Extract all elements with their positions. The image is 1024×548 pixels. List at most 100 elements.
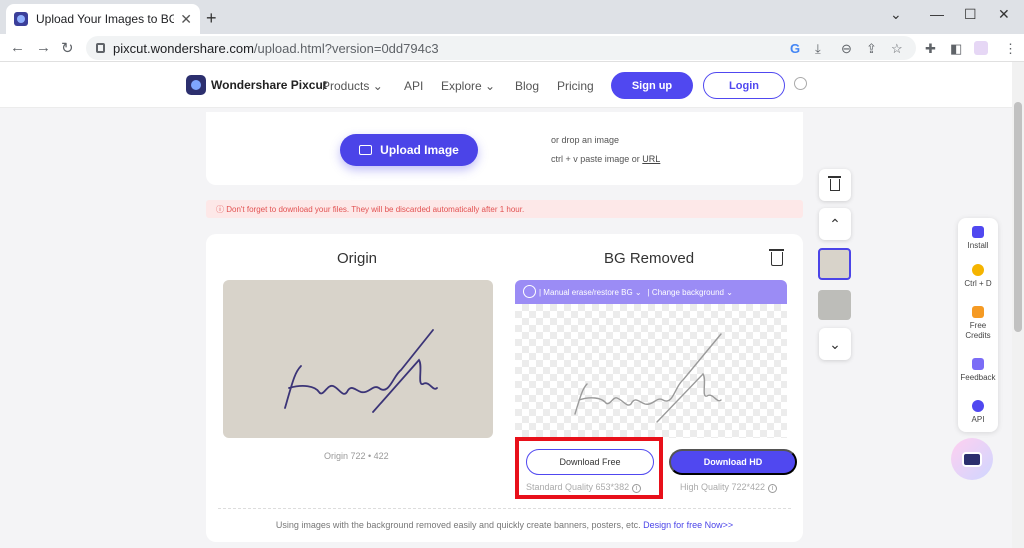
close-window-icon[interactable]: ✕ bbox=[998, 6, 1010, 23]
page-scrollbar[interactable] bbox=[1012, 62, 1024, 548]
url-link[interactable]: URL bbox=[642, 154, 660, 164]
menu-dots-icon[interactable]: ⋮ bbox=[1004, 41, 1017, 57]
delete-result-icon[interactable] bbox=[769, 249, 784, 266]
install-icon bbox=[972, 226, 984, 238]
side-toolbar: Install Ctrl + D Free Credits Feedback A… bbox=[958, 218, 998, 432]
edit-toolbar: | Manual erase/restore BG ⌄ | Change bac… bbox=[515, 280, 787, 304]
trash-icon bbox=[828, 176, 841, 191]
free-credits-label: Free Credits bbox=[965, 321, 991, 340]
divider bbox=[218, 508, 791, 509]
info-icon[interactable]: i bbox=[768, 484, 778, 493]
google-icon[interactable]: G bbox=[790, 41, 800, 56]
profile-avatar[interactable] bbox=[974, 41, 988, 55]
design-now-link[interactable]: Design for free Now>> bbox=[643, 520, 733, 530]
bg-removed-image bbox=[515, 304, 787, 438]
feedback-icon bbox=[972, 358, 984, 370]
download-hd-button[interactable]: Download HD bbox=[669, 449, 797, 475]
scrollbar-thumb[interactable] bbox=[1014, 102, 1022, 332]
nav-products[interactable]: Products ⌄ bbox=[322, 79, 383, 93]
star-icon bbox=[972, 264, 984, 276]
free-credits-tool[interactable]: Free Credits bbox=[958, 306, 998, 341]
signup-button[interactable]: Sign up bbox=[611, 72, 693, 99]
delete-all-button[interactable] bbox=[819, 169, 851, 201]
high-quality-info: High Quality 722*422 i bbox=[680, 482, 778, 493]
share-icon[interactable]: ⇪ bbox=[866, 41, 877, 57]
paste-hint-text: ctrl + v paste image or bbox=[551, 154, 643, 164]
origin-title: Origin bbox=[337, 250, 378, 267]
thumbnail[interactable] bbox=[818, 290, 851, 320]
high-quality-label: High Quality 722*422 bbox=[680, 482, 766, 492]
drop-hint: or drop an image bbox=[551, 135, 620, 145]
upload-card: Upload Image or drop an image ctrl + v p… bbox=[206, 112, 803, 185]
gift-icon bbox=[972, 306, 984, 318]
nav-blog[interactable]: Blog bbox=[515, 79, 539, 93]
nav-explore-label: Explore bbox=[441, 79, 482, 93]
result-card: Origin BG Removed Origin 722 • 422 | Man… bbox=[206, 234, 803, 542]
zoom-in-icon[interactable] bbox=[523, 285, 536, 298]
paste-hint: ctrl + v paste image or URL bbox=[551, 154, 660, 164]
standard-quality-info: Standard Quality 653*382 i bbox=[526, 482, 642, 493]
url-path: /upload.html?version=0dd794c3 bbox=[253, 40, 439, 56]
nav-api[interactable]: API bbox=[404, 79, 423, 93]
browser-tab[interactable]: Upload Your Images to BG Rem ✕ bbox=[6, 4, 200, 34]
lock-icon bbox=[96, 43, 105, 53]
nav-pricing[interactable]: Pricing bbox=[557, 79, 594, 93]
close-tab-icon[interactable]: ✕ bbox=[180, 11, 192, 28]
chevron-down-icon[interactable]: ⌄ bbox=[890, 6, 902, 23]
chevron-down-icon: ⌄ bbox=[829, 335, 841, 352]
site-header: Wondershare Pixcut Products ⌄ API Explor… bbox=[0, 62, 1012, 108]
install-tool[interactable]: Install bbox=[958, 226, 998, 250]
side-panel-icon[interactable]: ◧ bbox=[950, 41, 962, 57]
signature-original bbox=[284, 329, 438, 413]
nav-explore[interactable]: Explore ⌄ bbox=[441, 79, 495, 93]
maximize-icon[interactable]: ☐ bbox=[964, 6, 977, 23]
bookmark-tool[interactable]: Ctrl + D bbox=[958, 264, 998, 288]
promo-label: Using images with the background removed… bbox=[275, 520, 644, 530]
bg-removed-title: BG Removed bbox=[604, 250, 695, 267]
pixcut-logo-icon[interactable] bbox=[186, 75, 206, 95]
thumbnail-selected[interactable] bbox=[818, 248, 851, 280]
install-app-icon[interactable]: ⤓ bbox=[815, 41, 821, 57]
standard-quality-label: Standard Quality 653*382 bbox=[526, 482, 630, 492]
origin-caption: Origin 722 • 422 bbox=[324, 451, 389, 461]
scroll-down-button[interactable]: ⌄ bbox=[819, 328, 851, 360]
info-icon[interactable]: i bbox=[632, 484, 642, 493]
pixcut-favicon-icon bbox=[14, 12, 28, 26]
tab-title: Upload Your Images to BG Rem bbox=[36, 12, 175, 26]
promo-text: Using images with the background removed… bbox=[206, 520, 803, 530]
upload-image-label: Upload Image bbox=[380, 143, 459, 157]
upload-image-button[interactable]: Upload Image bbox=[340, 134, 478, 166]
back-icon[interactable]: ← bbox=[10, 39, 25, 56]
nav-products-label: Products bbox=[322, 79, 370, 93]
browser-toolbar: ← → ↻ pixcut.wondershare.com /upload.htm… bbox=[0, 34, 1024, 62]
chevron-up-icon: ⌃ bbox=[829, 215, 841, 232]
minimize-icon[interactable]: — bbox=[930, 6, 944, 22]
reload-icon[interactable]: ↻ bbox=[61, 39, 74, 57]
url-domain: pixcut.wondershare.com bbox=[113, 40, 254, 56]
browser-tab-strip: Upload Your Images to BG Rem ✕ + ⌄ — ☐ ✕ bbox=[0, 0, 1024, 34]
chat-icon bbox=[962, 451, 982, 467]
forward-icon[interactable]: → bbox=[36, 39, 51, 56]
api-label: API bbox=[971, 415, 985, 424]
zoom-icon[interactable]: ⊖ bbox=[841, 41, 852, 57]
change-background-menu[interactable]: | Change background ⌄ bbox=[648, 288, 733, 297]
bookmark-label: Ctrl + D bbox=[964, 279, 992, 288]
origin-image bbox=[223, 280, 493, 438]
chat-button[interactable] bbox=[951, 438, 993, 480]
scroll-up-button[interactable]: ⌃ bbox=[819, 208, 851, 240]
discard-warning: ⓘ Don't forget to download your files. T… bbox=[206, 200, 803, 218]
install-label: Install bbox=[967, 241, 989, 250]
download-free-button[interactable]: Download Free bbox=[526, 449, 654, 475]
folder-icon bbox=[359, 145, 373, 155]
api-tool[interactable]: API bbox=[958, 400, 998, 424]
bookmark-star-icon[interactable]: ☆ bbox=[891, 41, 903, 57]
brand-name[interactable]: Wondershare Pixcut bbox=[211, 78, 327, 92]
search-icon[interactable] bbox=[794, 77, 807, 90]
feedback-tool[interactable]: Feedback bbox=[958, 358, 998, 382]
api-icon bbox=[972, 400, 984, 412]
new-tab-icon[interactable]: + bbox=[206, 8, 217, 29]
manual-erase-menu[interactable]: | Manual erase/restore BG ⌄ bbox=[539, 288, 642, 297]
extensions-icon[interactable]: ✚ bbox=[925, 41, 936, 57]
feedback-label: Feedback bbox=[960, 373, 996, 382]
login-button[interactable]: Login bbox=[703, 72, 785, 99]
